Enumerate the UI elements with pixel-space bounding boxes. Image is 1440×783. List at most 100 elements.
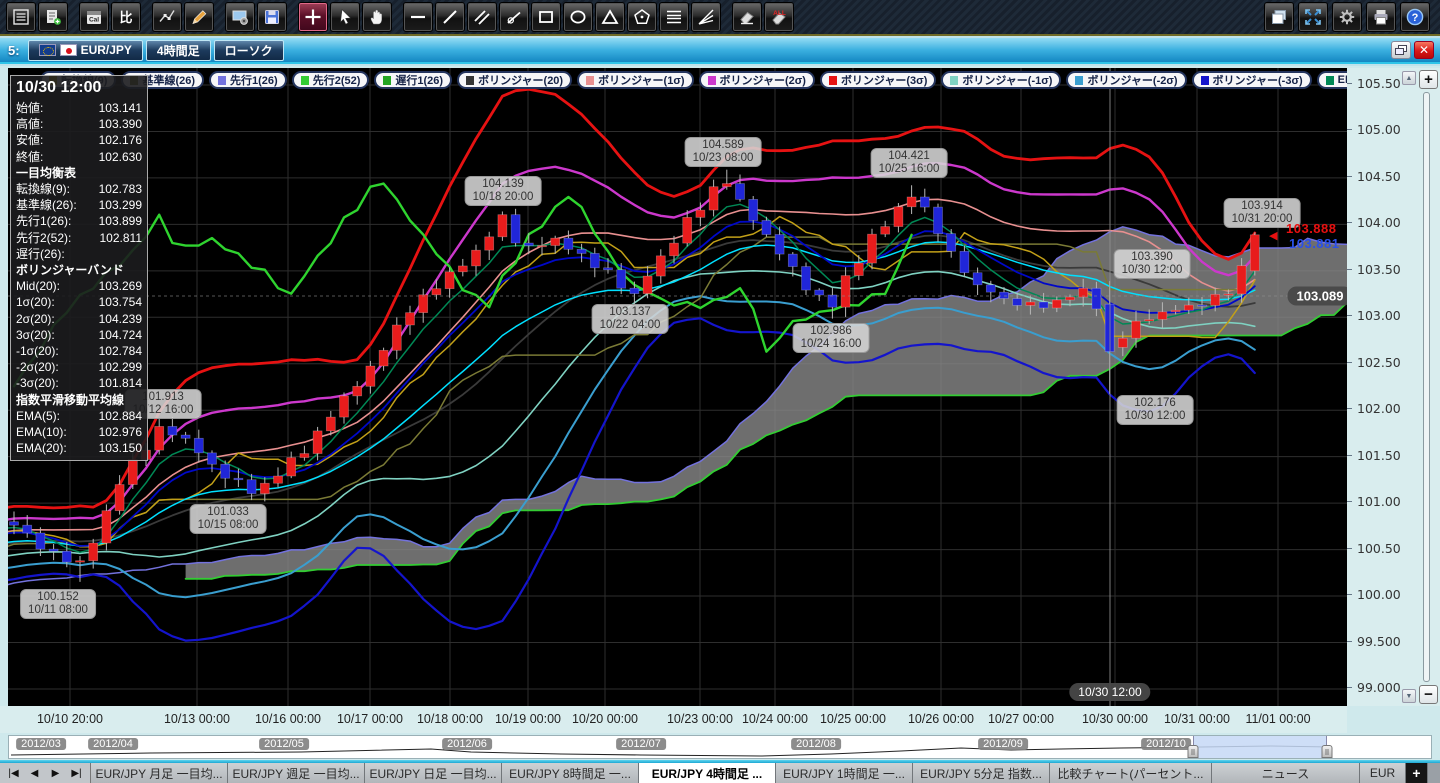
scroll-up-button[interactable]: ▲ [1402,71,1416,85]
bottom-tab[interactable]: EUR/JPY 5分足 指数... [913,763,1050,783]
bottom-tab[interactable]: ニュース [1212,763,1360,783]
fibonacci-tool-button[interactable] [659,2,689,32]
new-window-button[interactable] [1264,2,1294,32]
zoom-out-button[interactable]: − [1419,685,1438,704]
price-tick-mark [1347,83,1352,84]
calendar-tool-button[interactable]: Cal [79,2,109,32]
legend-toggle[interactable]: 先行2(52) [292,71,370,89]
toolbar-group [224,2,288,32]
compare-tool-button[interactable]: 比 [111,2,141,32]
info-row: EMA(20):103.150 [16,440,142,456]
bottom-tab[interactable]: EUR/JPY 1時間足 一... [776,763,913,783]
info-row-label: 転換線(9): [16,181,70,197]
month-badge: 2012/08 [791,738,841,750]
legend-toggle[interactable]: ボリンジャー(20) [457,71,572,89]
fan-line-tool-button[interactable] [691,2,721,32]
eraser-tool-button[interactable] [732,2,762,32]
time-tick-label: 10/31 00:00 [1164,712,1230,726]
legend-toggle[interactable]: ボリンジャー(3σ) [820,71,936,89]
save-tool-button[interactable] [257,2,287,32]
hand-tool-button[interactable] [362,2,392,32]
navigator-left-handle[interactable] [1188,745,1199,758]
legend-toggle[interactable]: ボリンジャー(-3σ) [1192,71,1312,89]
zoom-in-button[interactable]: + [1419,70,1438,89]
last-tab-button[interactable]: ▶| [67,765,86,781]
navigator-right-handle[interactable] [1322,745,1333,758]
bottom-tab[interactable]: EUR/JPY 週足 一目均... [228,763,365,783]
legend-toggle[interactable]: ボリンジャー(-2σ) [1066,71,1186,89]
parallel-lines-tool-button[interactable] [467,2,497,32]
info-row-label: EMA(20): [16,440,67,456]
time-tick-label: 10/19 00:00 [495,712,561,726]
settings-button[interactable] [1332,2,1362,32]
price-tick-mark [1347,269,1352,270]
prev-tab-button[interactable]: ◀ [25,765,44,781]
toolbar-group [5,2,69,32]
navigator-selection[interactable] [1193,736,1327,758]
price-tick-label: 100.50 [1357,541,1401,556]
pencil-tool-button[interactable] [184,2,214,32]
bottom-tab[interactable]: EUR/JPY 4時間足 ... [639,763,776,783]
info-row-label: 先行1(26): [16,213,71,229]
add-chart-tab-button[interactable]: + [1406,763,1428,783]
rectangle-tool-button[interactable] [531,2,561,32]
price-tick-mark [1347,222,1352,223]
price-tick-mark [1347,362,1352,363]
legend-color-swatch [301,76,309,85]
chart-plot-area[interactable]: 転換線(9)基準線(26)先行1(26)先行2(52)遅行1(26)ボリンジャー… [8,68,1347,706]
first-tab-button[interactable]: |◀ [4,765,23,781]
time-axis[interactable]: 10/10 20:0010/13 00:0010/16 00:0010/17 0… [0,706,1347,733]
currency-pair-button[interactable]: EUR/JPY [28,40,143,61]
crosshair-tool-button[interactable] [298,2,328,32]
ellipse-tool-button[interactable] [563,2,593,32]
pointer-tool-button[interactable] [330,2,360,32]
technical-edit-tool-button[interactable] [152,2,182,32]
quote-list-tool-button[interactable] [6,2,36,32]
horizontal-line-tool-button[interactable] [403,2,433,32]
annotation-time: 10/25 16:00 [879,163,940,176]
panel-settings-tool-button[interactable] [225,2,255,32]
legend-toggle[interactable]: ボリンジャー(2σ) [699,71,815,89]
chart-type-button[interactable]: ローソク [214,40,284,61]
print-button[interactable] [1366,2,1396,32]
time-tick-label: 10/27 00:00 [988,712,1054,726]
bottom-tab[interactable]: EUR/JPY 日足 一目均... [365,763,502,783]
legend-toggle[interactable]: ボリンジャー(1σ) [577,71,693,89]
annotation-price: 104.139 [473,178,534,191]
bottom-tab[interactable]: EUR [1360,763,1406,783]
eraser-all-tool-button[interactable]: ALL [764,2,794,32]
vertical-scrollbar[interactable] [1423,92,1430,682]
trend-line-tool-button[interactable] [435,2,465,32]
triangle-tool-button[interactable] [595,2,625,32]
price-axis[interactable]: 105.50105.00104.50104.00103.50103.00102.… [1347,68,1440,706]
eraser-icon [737,7,757,27]
legend-toggle[interactable]: 先行1(26) [209,71,287,89]
restore-icon [1395,45,1407,56]
annotation-price: 100.152 [28,591,88,604]
legend-toggle[interactable]: 遅行1(26) [374,71,452,89]
bottom-tab[interactable]: EUR/JPY 月足 一目均... [91,763,228,783]
help-button[interactable]: ? [1400,2,1430,32]
pentagon-tool-button[interactable] [627,2,657,32]
date-range-navigator[interactable]: 2012/032012/042012/052012/062012/072012/… [8,735,1432,759]
scroll-down-button[interactable]: ▼ [1402,689,1416,703]
bottom-tab[interactable]: EUR/JPY 8時間足 一... [502,763,639,783]
annotation-time: 10/11 08:00 [28,604,88,617]
fullscreen-button[interactable] [1298,2,1328,32]
restore-window-button[interactable] [1391,41,1411,59]
time-tick-label: 10/16 00:00 [255,712,321,726]
ohlc-info-panel: 10/30 12:00 始値:103.141高値:103.390安値:102.1… [10,75,148,461]
timeframe-button[interactable]: 4時間足 [146,40,211,61]
close-button[interactable]: ✕ [1414,41,1434,59]
legend-toggle[interactable]: EMA(5) [1317,71,1347,89]
legend-label: 先行2(52) [313,72,361,88]
info-row-value: 102.811 [100,230,143,246]
info-row-value: 102.784 [99,343,142,359]
legend-toggle[interactable]: ボリンジャー(-1σ) [941,71,1061,89]
info-row: 遅行(26): [16,246,142,262]
price-annotation: 100.15210/11 08:00 [20,589,96,619]
angle-line-tool-button[interactable] [499,2,529,32]
report-new-tool-button[interactable] [38,2,68,32]
bottom-tab[interactable]: 比較チャート(パーセント... [1050,763,1212,783]
next-tab-button[interactable]: ▶ [46,765,65,781]
